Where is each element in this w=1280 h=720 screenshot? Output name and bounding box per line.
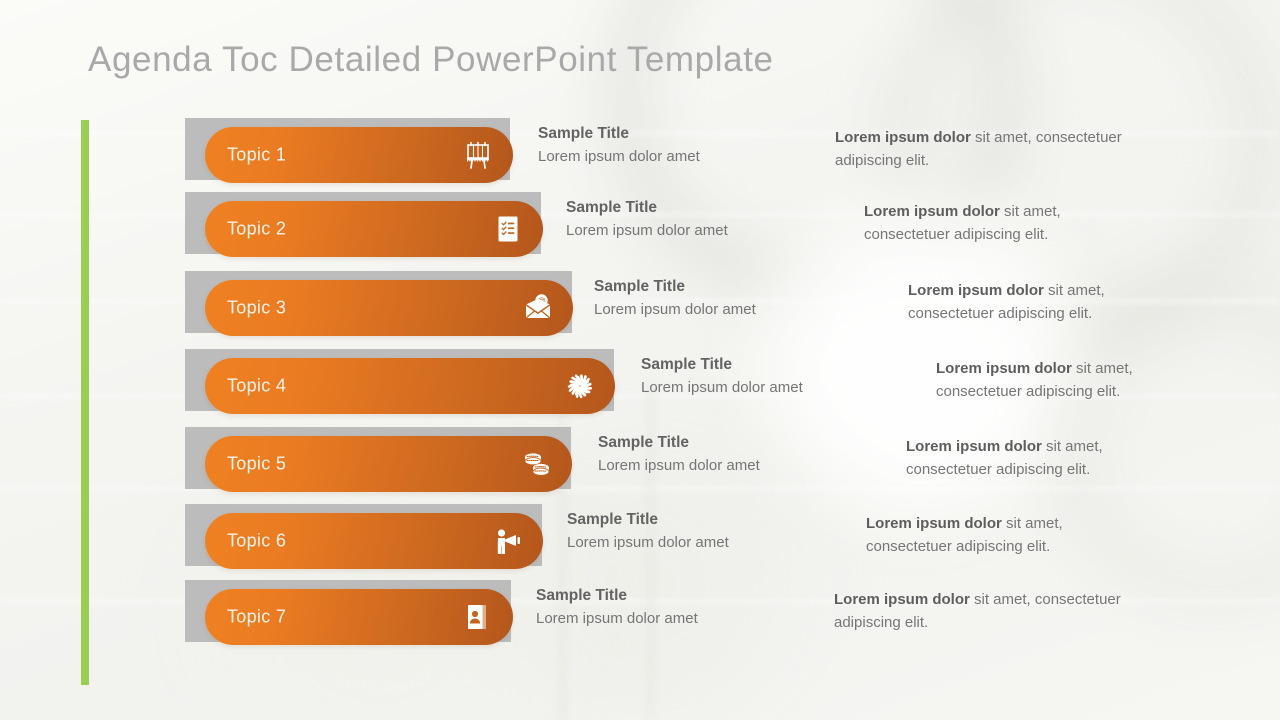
topic-label: Topic 5	[227, 453, 287, 474]
easel-billboard-icon	[461, 138, 495, 172]
topic-pill-3[interactable]: Topic 3 @	[205, 280, 573, 336]
row-heading: Sample Title	[567, 511, 659, 528]
row-description: Lorem ipsum dolor sit amet, consectetuer…	[864, 200, 1104, 246]
row-heading: Sample Title	[566, 199, 658, 216]
row-description-lead: Lorem ipsum dolor	[936, 360, 1072, 377]
row-description-lead: Lorem ipsum dolor	[866, 515, 1002, 532]
row-heading: Sample Title	[536, 587, 628, 604]
topic-pill-1[interactable]: Topic 1	[205, 127, 513, 183]
row-description: Lorem ipsum dolor sit amet, consectetuer…	[834, 588, 1164, 634]
row-subheading: Lorem ipsum dolor amet	[598, 457, 760, 474]
green-accent-rail	[81, 120, 89, 685]
row-description-lead: Lorem ipsum dolor	[908, 282, 1044, 299]
row-heading: Sample Title	[538, 125, 630, 142]
coins-money-icon	[520, 447, 554, 481]
topic-pill-6[interactable]: Topic 6	[205, 513, 543, 569]
row-heading-block: Sample Title Lorem ipsum dolor amet	[567, 509, 729, 554]
row-heading: Sample Title	[598, 434, 690, 451]
row-description: Lorem ipsum dolor sit amet, consectetuer…	[866, 512, 1086, 558]
row-description: Lorem ipsum dolor sit amet, consectetuer…	[906, 435, 1132, 481]
contact-book-icon	[461, 600, 495, 634]
topic-pill-2[interactable]: Topic 2	[205, 201, 543, 257]
row-description-lead: Lorem ipsum dolor	[906, 438, 1042, 455]
topic-label: Topic 7	[227, 606, 287, 627]
row-subheading: Lorem ipsum dolor amet	[538, 148, 700, 165]
row-heading-block: Sample Title Lorem ipsum dolor amet	[598, 432, 760, 477]
row-subheading: Lorem ipsum dolor amet	[566, 222, 728, 239]
topic-label: Topic 2	[227, 218, 287, 239]
row-heading-block: Sample Title Lorem ipsum dolor amet	[594, 276, 756, 321]
row-description: Lorem ipsum dolor sit amet, consectetuer…	[835, 126, 1165, 172]
row-heading-block: Sample Title Lorem ipsum dolor amet	[538, 123, 700, 168]
row-description-lead: Lorem ipsum dolor	[834, 591, 970, 608]
slide-canvas: Agenda Toc Detailed PowerPoint Template …	[0, 0, 1280, 720]
topic-pill-5[interactable]: Topic 5	[205, 436, 572, 492]
topic-label: Topic 1	[227, 144, 287, 165]
row-description: Lorem ipsum dolor sit amet, consectetuer…	[908, 279, 1158, 325]
email-envelope-icon: @	[521, 291, 555, 325]
row-description-lead: Lorem ipsum dolor	[835, 129, 971, 146]
row-subheading: Lorem ipsum dolor amet	[536, 610, 698, 627]
row-heading-block: Sample Title Lorem ipsum dolor amet	[566, 197, 728, 242]
row-subheading: Lorem ipsum dolor amet	[567, 534, 729, 551]
topic-pill-7[interactable]: Topic 7	[205, 589, 513, 645]
checklist-clipboard-icon	[491, 212, 525, 246]
teamwork-hands-icon	[563, 369, 597, 403]
row-heading-block: Sample Title Lorem ipsum dolor amet	[536, 585, 698, 630]
topic-label: Topic 3	[227, 297, 287, 318]
topic-label: Topic 4	[227, 375, 287, 396]
row-subheading: Lorem ipsum dolor amet	[594, 301, 756, 318]
row-heading: Sample Title	[641, 356, 733, 373]
row-description: Lorem ipsum dolor sit amet, consectetuer…	[936, 357, 1168, 403]
topic-label: Topic 6	[227, 530, 287, 551]
megaphone-announce-icon	[491, 524, 525, 558]
row-description-lead: Lorem ipsum dolor	[864, 203, 1000, 220]
page-title: Agenda Toc Detailed PowerPoint Template	[88, 40, 774, 79]
row-subheading: Lorem ipsum dolor amet	[641, 379, 803, 396]
row-heading: Sample Title	[594, 278, 686, 295]
topic-pill-4[interactable]: Topic 4	[205, 358, 615, 414]
row-heading-block: Sample Title Lorem ipsum dolor amet	[641, 354, 803, 399]
